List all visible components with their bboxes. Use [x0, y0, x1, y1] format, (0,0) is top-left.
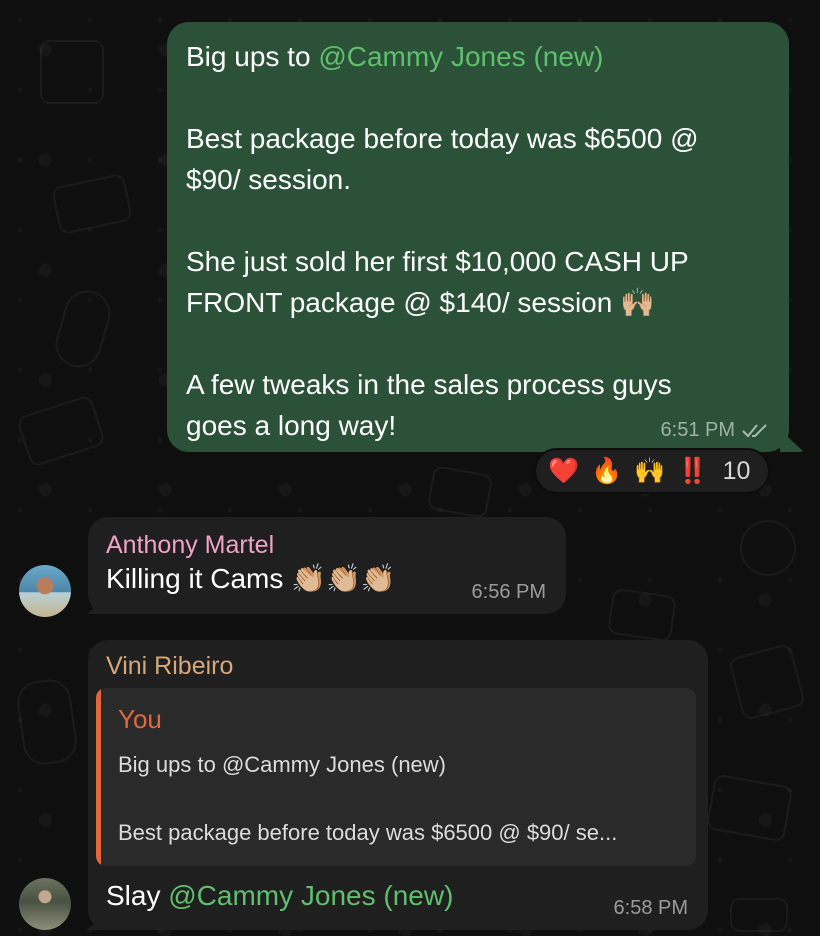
reply-accent-bar: [96, 688, 101, 866]
reply-line-2: Best package before today was $6500 @ $9…: [118, 820, 618, 845]
message-text: Slay @Cammy Jones (new): [106, 878, 453, 914]
message-meta: 6:51 PM: [661, 419, 771, 442]
double-exclamation-reaction-icon[interactable]: ‼️: [677, 458, 708, 484]
message-paragraph-3: She just sold her first $10,000 CASH UP …: [186, 246, 689, 318]
avatar[interactable]: [19, 878, 71, 930]
reaction-count: 10: [722, 456, 751, 485]
sender-name[interactable]: Vini Ribeiro: [106, 650, 688, 682]
message-time: 6:58 PM: [613, 897, 688, 919]
sender-name[interactable]: Anthony Martel: [106, 529, 546, 561]
reactions-bar[interactable]: ❤️ 🔥 🙌 ‼️ 10: [534, 448, 770, 494]
double-check-icon: [742, 423, 767, 437]
incoming-message-bubble[interactable]: Vini Ribeiro You Big ups to @Cammy Jones…: [88, 640, 708, 930]
message-text-prefix: Big ups to: [186, 41, 319, 72]
mention-link[interactable]: @Cammy Jones (new): [168, 880, 453, 911]
outgoing-message-text: Big ups to @Cammy Jones (new) Best packa…: [186, 36, 771, 446]
avatar[interactable]: [19, 565, 71, 617]
incoming-message-bubble[interactable]: Anthony Martel Killing it Cams 👏🏼👏🏼👏🏼 6:…: [88, 517, 566, 614]
message-time: 6:56 PM: [471, 581, 546, 603]
message-paragraph-2: Best package before today was $6500 @ $9…: [186, 123, 699, 195]
reply-author: You: [118, 704, 162, 734]
heart-reaction-icon[interactable]: ❤️: [548, 458, 579, 484]
mention-link[interactable]: @Cammy Jones (new): [318, 41, 603, 72]
reply-line-1: Big ups to @Cammy Jones (new): [118, 752, 447, 777]
message-paragraph-4: A few tweaks in the sales process guys g…: [186, 369, 672, 441]
message-time: 6:51 PM: [660, 419, 735, 441]
reply-quote[interactable]: You Big ups to @Cammy Jones (new) Best p…: [96, 688, 696, 866]
outgoing-message-bubble[interactable]: Big ups to @Cammy Jones (new) Best packa…: [167, 22, 789, 452]
chat-screen: { "messages": { "outgoing": { "line1_pre…: [0, 0, 820, 936]
message-text-prefix: Slay: [106, 880, 169, 911]
raised-hands-reaction-icon[interactable]: 🙌: [634, 458, 665, 484]
fire-reaction-icon[interactable]: 🔥: [591, 458, 622, 484]
reply-text: Big ups to @Cammy Jones (new) Best packa…: [118, 748, 683, 850]
